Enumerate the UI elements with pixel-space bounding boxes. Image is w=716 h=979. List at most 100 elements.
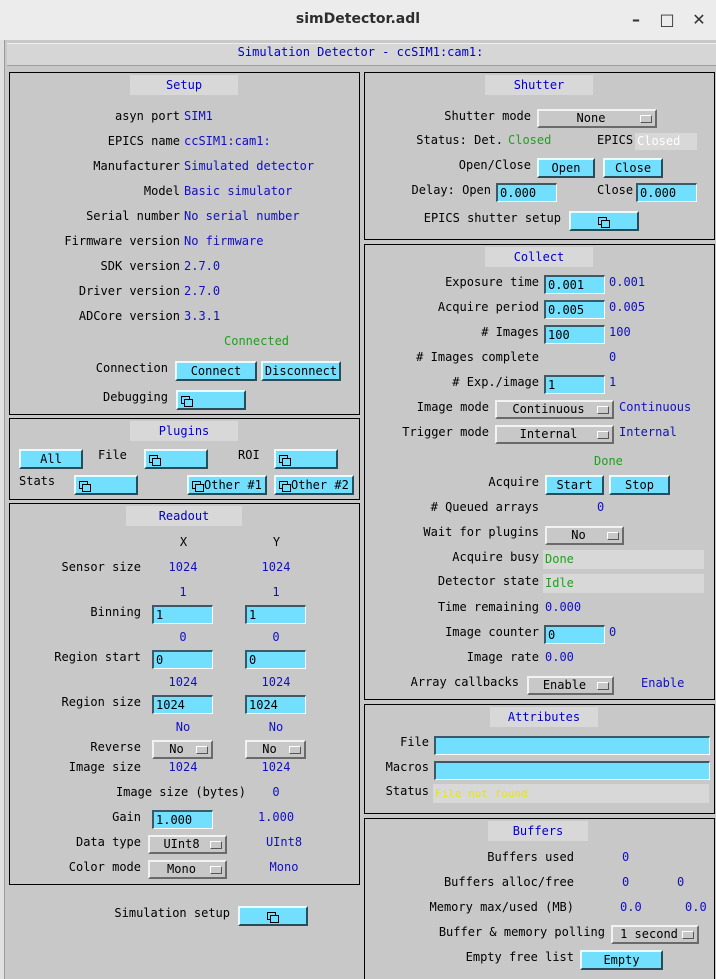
- region-start-x-input[interactable]: 0: [152, 650, 213, 669]
- image-mode-menu[interactable]: Continuous: [495, 400, 614, 419]
- plugins-other1-button[interactable]: Other #1: [187, 475, 267, 495]
- detector-state-value: Idle: [543, 574, 704, 593]
- close-icon[interactable]: ✕: [689, 10, 709, 30]
- image-rate-value: 0.00: [545, 650, 574, 664]
- menu-indicator-icon: [607, 532, 619, 540]
- attr-file-input[interactable]: [434, 736, 710, 755]
- readout-col-x: X: [179, 535, 188, 549]
- acquire-period-label: Acquire period: [437, 300, 539, 314]
- exp-per-image-input[interactable]: 1: [544, 375, 605, 394]
- data-type-menu[interactable]: UInt8: [148, 835, 227, 854]
- shutter-mode-menu[interactable]: None: [537, 109, 657, 128]
- simulation-setup-button[interactable]: [238, 906, 308, 926]
- acquire-period-input[interactable]: 0.005: [544, 300, 605, 319]
- debugging-related-display-button[interactable]: [176, 390, 246, 410]
- plugins-title: Plugins: [130, 421, 238, 441]
- menu-indicator-icon: [597, 406, 609, 414]
- delay-open-input[interactable]: 0.000: [496, 183, 557, 202]
- shutter-epics-status: Closed: [635, 133, 697, 150]
- binning-label: Binning: [90, 605, 141, 619]
- shutter-close-button[interactable]: Close: [603, 158, 663, 178]
- menu-indicator-icon: [210, 866, 222, 874]
- epics-shutter-setup-button[interactable]: [569, 211, 639, 231]
- array-callbacks-value: Enable: [542, 678, 587, 692]
- sdk-version-label: SDK version: [100, 259, 180, 273]
- empty-free-list-button[interactable]: Empty: [580, 950, 663, 970]
- wait-for-plugins-menu[interactable]: No: [545, 526, 624, 545]
- shutter-status-label: Status: Det.: [416, 133, 503, 147]
- menu-indicator-icon: [289, 746, 301, 754]
- reverse-y-readback: No: [268, 720, 284, 734]
- start-button[interactable]: Start: [545, 475, 604, 495]
- maximize-icon[interactable]: □: [657, 10, 677, 30]
- exposure-time-input[interactable]: 0.001: [544, 275, 605, 294]
- exp-per-image-label: # Exp./image: [452, 375, 539, 389]
- exposure-time-readback: 0.001: [609, 275, 646, 289]
- images-complete-value: 0: [609, 350, 617, 364]
- reverse-x-value: No: [169, 742, 184, 756]
- disconnect-button[interactable]: Disconnect: [261, 361, 341, 381]
- driver-version-label: Driver version: [78, 284, 180, 298]
- setup-title: Setup: [130, 75, 238, 95]
- region-size-x-input[interactable]: 1024: [152, 695, 213, 714]
- connect-button[interactable]: Connect: [175, 361, 257, 381]
- plugins-panel: Plugins All File ROI Stats Other #1 Othe…: [9, 418, 360, 500]
- acquire-busy-value: Done: [543, 550, 704, 569]
- reverse-x-readback: No: [175, 720, 191, 734]
- plugins-all-button[interactable]: All: [19, 449, 83, 469]
- queued-arrays-value: 0: [597, 500, 605, 514]
- color-mode-menu[interactable]: Mono: [148, 860, 227, 879]
- region-size-y-input[interactable]: 1024: [245, 695, 306, 714]
- array-callbacks-menu[interactable]: Enable: [527, 676, 614, 695]
- related-display-icon: [181, 395, 193, 407]
- reverse-label: Reverse: [90, 740, 141, 754]
- trigger-mode-menu[interactable]: Internal: [495, 425, 614, 444]
- reverse-x-menu[interactable]: No: [152, 740, 213, 759]
- image-mode-value: Continuous: [512, 402, 585, 416]
- simulation-setup-label: Simulation setup: [114, 906, 230, 920]
- acquire-period-readback: 0.005: [609, 300, 646, 314]
- gain-input[interactable]: 1.000: [152, 810, 213, 829]
- polling-menu[interactable]: 1 second: [611, 925, 699, 944]
- delay-close-input[interactable]: 0.000: [636, 183, 697, 202]
- related-display-icon: [79, 480, 91, 492]
- epics-shutter-setup-label: EPICS shutter setup: [423, 211, 561, 225]
- image-counter-readback: 0: [609, 625, 617, 639]
- asyn-port-value: SIM1: [184, 109, 213, 123]
- region-start-y-readback: 0: [272, 630, 280, 644]
- wait-for-plugins-value: No: [571, 528, 586, 542]
- image-counter-input[interactable]: 0: [544, 625, 605, 644]
- firmware-version-value: No firmware: [184, 234, 264, 248]
- polling-label: Buffer & memory polling: [438, 925, 605, 939]
- plugins-stats-button[interactable]: [74, 475, 138, 495]
- shutter-open-button[interactable]: Open: [537, 158, 595, 178]
- region-start-label: Region start: [54, 650, 141, 664]
- banner-title: Simulation Detector - ccSIM1:cam1:: [237, 45, 484, 59]
- reverse-y-menu[interactable]: No: [245, 740, 306, 759]
- collect-title: Collect: [485, 247, 593, 267]
- acquire-busy-label: Acquire busy: [452, 550, 539, 564]
- menu-indicator-icon: [640, 115, 652, 123]
- attr-macros-input[interactable]: [434, 761, 710, 780]
- stop-button[interactable]: Stop: [609, 475, 670, 495]
- plugins-roi-button[interactable]: [274, 449, 338, 469]
- region-start-y-input[interactable]: 0: [245, 650, 306, 669]
- window-edge: [0, 40, 5, 979]
- num-images-input[interactable]: 100: [544, 325, 605, 344]
- queued-arrays-label: # Queued arrays: [430, 500, 539, 514]
- attr-macros-label: Macros: [385, 760, 429, 774]
- binning-y-input[interactable]: 1: [245, 605, 306, 624]
- minimize-icon[interactable]: –: [626, 10, 646, 30]
- sdk-version-value: 2.7.0: [184, 259, 221, 273]
- binning-x-input[interactable]: 1: [152, 605, 213, 624]
- menu-indicator-icon: [682, 931, 694, 939]
- plugins-file-button[interactable]: [144, 449, 208, 469]
- acquire-status: Done: [594, 454, 623, 468]
- menu-indicator-icon: [597, 431, 609, 439]
- plugins-other2-button[interactable]: Other #2: [274, 475, 354, 495]
- plugins-stats-label: Stats: [19, 474, 56, 488]
- time-remaining-value: 0.000: [545, 600, 582, 614]
- manufacturer-value: Simulated detector: [184, 159, 315, 173]
- buffers-title: Buffers: [488, 821, 588, 841]
- plugins-roi-label: ROI: [238, 448, 260, 462]
